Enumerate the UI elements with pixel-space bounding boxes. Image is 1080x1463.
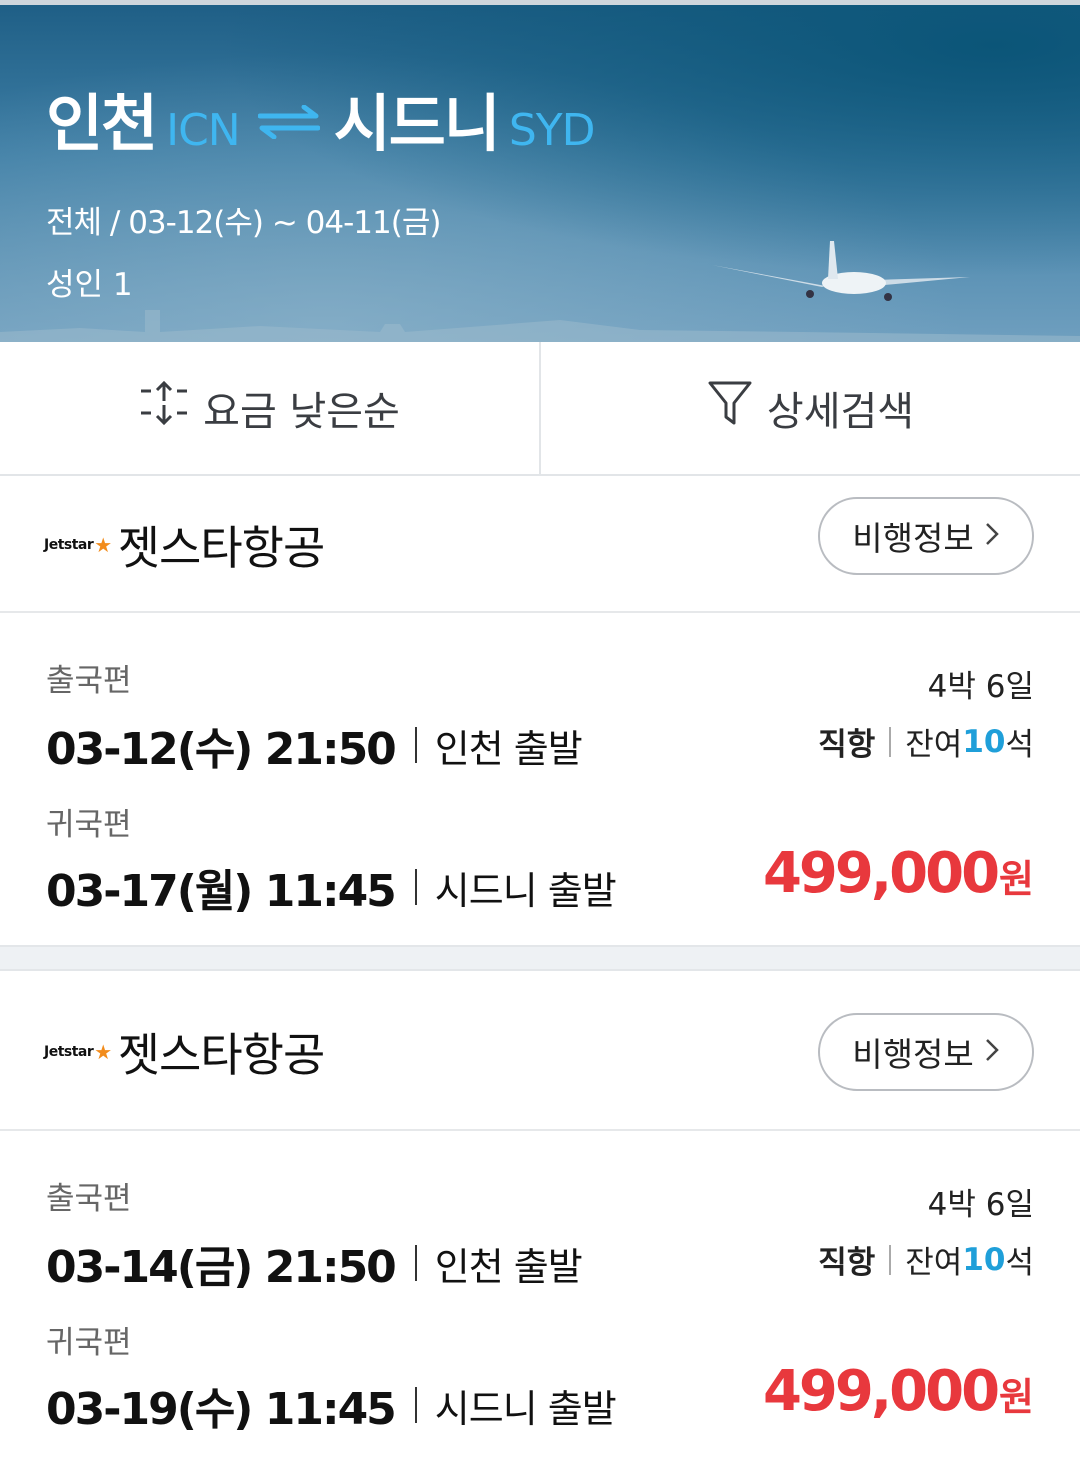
outbound-departure: 인천 출발 [434, 1244, 583, 1289]
outbound-label: 출국편 [46, 1181, 132, 1217]
outbound-label: 출국편 [46, 663, 132, 699]
flight-result-card[interactable]: Jetstar ★ 젯스타항공 비행정보 출국편 03-12(수) 21:50 인… [0, 477, 1080, 947]
seats-remaining: 10 [962, 723, 1006, 760]
jetstar-logo: Jetstar ★ [44, 533, 112, 557]
skyline-silhouette [0, 310, 1080, 342]
flight-info-button[interactable]: 비행정보 [818, 1013, 1034, 1091]
seats-suffix: 석 [1005, 1245, 1034, 1281]
return-datetime: 03-17(월) 11:45 [46, 866, 397, 917]
trip-duration: 4박 6일 [927, 669, 1034, 705]
outbound-departure: 인천 출발 [434, 726, 583, 771]
route-title: 인천 ICN 시드니 SYD [46, 73, 596, 163]
fare-price: 499,000 원 [763, 1359, 1034, 1424]
price-currency: 원 [999, 857, 1034, 901]
price-amount: 499,000 [762, 841, 1000, 906]
airline: Jetstar ★ 젯스타항공 [44, 477, 326, 613]
filter-button[interactable]: 상세검색 [539, 342, 1080, 474]
destination-city: 시드니 [333, 87, 501, 160]
return-flight: 03-17(월) 11:45 시드니 출발 [46, 855, 617, 919]
seats-remaining: 10 [962, 1241, 1006, 1278]
seats-prefix: 잔여 [905, 1245, 963, 1281]
outbound-flight: 03-12(수) 21:50 인천 출발 [46, 713, 583, 777]
sort-label: 요금 낮은순 [203, 389, 400, 435]
divider [414, 1245, 417, 1281]
route-header: 인천 ICN 시드니 SYD 전체 / 03-12(수) ~ 04-11(금) … [0, 0, 1080, 342]
airline-name: 젯스타항공 [117, 1028, 326, 1082]
seats-prefix: 잔여 [905, 727, 963, 763]
price-currency: 원 [999, 1375, 1034, 1419]
divider [414, 727, 417, 763]
fare-price: 499,000 원 [763, 841, 1034, 906]
travel-dates: 전체 / 03-12(수) ~ 04-11(금) [46, 205, 441, 241]
round-trip-arrows-icon [257, 104, 321, 143]
filter-label: 상세검색 [766, 389, 915, 435]
sort-button[interactable]: 요금 낮은순 [0, 342, 539, 474]
card-body: 출국편 03-12(수) 21:50 인천 출발 귀국편 03-17(월) 11… [0, 613, 1080, 947]
divider [889, 1244, 892, 1275]
origin-code: ICN [166, 105, 241, 156]
divider [414, 1387, 417, 1423]
return-label: 귀국편 [46, 807, 132, 843]
jetstar-logo: Jetstar ★ [44, 1040, 112, 1064]
return-departure: 시드니 출발 [434, 1386, 617, 1431]
passenger-count: 성인 1 [46, 267, 133, 303]
funnel-icon [707, 379, 753, 437]
destination-code: SYD [508, 105, 596, 156]
card-separator [0, 945, 1080, 971]
chevron-right-icon [984, 517, 1000, 556]
return-label: 귀국편 [46, 1325, 132, 1361]
flight-meta: 직항 잔여 10 석 [818, 719, 1034, 764]
direct-flight-badge: 직항 [818, 1245, 876, 1281]
result-toolbar: 요금 낮은순 상세검색 [0, 342, 1080, 476]
flight-info-label: 비행정보 [852, 519, 974, 558]
outbound-flight: 03-14(금) 21:50 인천 출발 [46, 1231, 583, 1295]
outbound-datetime: 03-12(수) 21:50 [46, 724, 397, 775]
return-datetime: 03-19(수) 11:45 [46, 1384, 397, 1435]
direct-flight-badge: 직항 [818, 727, 876, 763]
card-header: Jetstar ★ 젯스타항공 비행정보 [0, 973, 1080, 1131]
price-amount: 499,000 [762, 1359, 1000, 1424]
divider [414, 869, 417, 905]
divider [889, 726, 892, 757]
flight-meta: 직항 잔여 10 석 [818, 1237, 1034, 1282]
chevron-right-icon [984, 1033, 1000, 1072]
card-body: 출국편 03-14(금) 21:50 인천 출발 귀국편 03-19(수) 11… [0, 1131, 1080, 1463]
origin-city: 인천 [46, 87, 158, 160]
flight-info-label: 비행정보 [852, 1035, 974, 1074]
airline: Jetstar ★ 젯스타항공 [44, 973, 326, 1131]
return-flight: 03-19(수) 11:45 시드니 출발 [46, 1373, 617, 1437]
sort-arrows-icon [139, 379, 189, 437]
airplane-icon [712, 241, 970, 301]
flight-info-button[interactable]: 비행정보 [818, 497, 1034, 575]
airline-name: 젯스타항공 [117, 521, 326, 575]
card-header: Jetstar ★ 젯스타항공 비행정보 [0, 477, 1080, 613]
seats-suffix: 석 [1005, 727, 1034, 763]
return-departure: 시드니 출발 [434, 868, 617, 913]
trip-duration: 4박 6일 [927, 1187, 1034, 1223]
outbound-datetime: 03-14(금) 21:50 [46, 1242, 397, 1293]
flight-result-card[interactable]: Jetstar ★ 젯스타항공 비행정보 출국편 03-14(금) 21:50 인… [0, 973, 1080, 1463]
